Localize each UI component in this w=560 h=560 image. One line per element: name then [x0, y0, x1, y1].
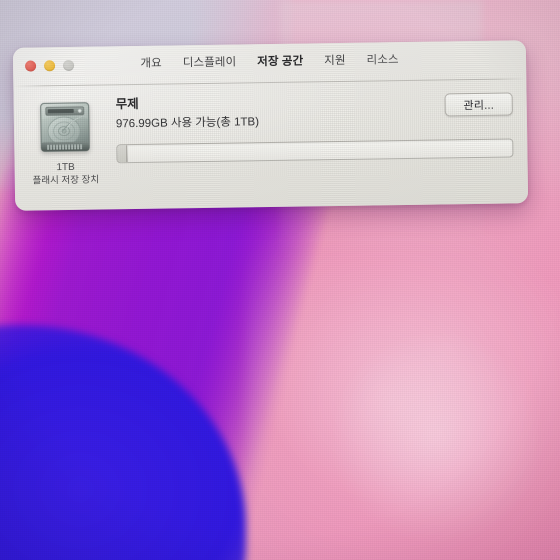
hard-disk-icon — [38, 99, 93, 156]
tab-overview[interactable]: 개요 — [135, 55, 167, 74]
drive-type-label: 플래시 저장 장치 — [32, 174, 100, 187]
tab-storage[interactable]: 저장 공간 — [252, 52, 308, 72]
tab-displays[interactable]: 디스플레이 — [178, 53, 242, 73]
photo-of-mac-screen: 개요 디스플레이 저장 공간 지원 리소스 1TB 플래시 저장 장치 무제 9… — [0, 0, 560, 560]
volume-info: 무제 976.99GB 사용 가능(총 1TB) 관리... — [116, 90, 514, 186]
storage-capacity-bar[interactable] — [116, 138, 514, 164]
storage-pane: 1TB 플래시 저장 장치 무제 976.99GB 사용 가능(총 1TB) 관… — [13, 78, 527, 188]
manage-button[interactable]: 관리... — [444, 92, 513, 117]
drive-capacity-label: 1TB — [56, 161, 75, 174]
tab-resources[interactable]: 리소스 — [361, 51, 403, 71]
about-this-mac-window[interactable]: 개요 디스플레이 저장 공간 지원 리소스 1TB 플래시 저장 장치 무제 9… — [12, 40, 529, 211]
wallpaper-light-veil-bottom — [324, 324, 549, 549]
tab-bar: 개요 디스플레이 저장 공간 지원 리소스 — [13, 49, 526, 76]
tab-support[interactable]: 지원 — [319, 52, 351, 71]
drive-summary: 1TB 플래시 저장 장치 — [28, 97, 103, 188]
storage-used-segment — [117, 145, 128, 163]
